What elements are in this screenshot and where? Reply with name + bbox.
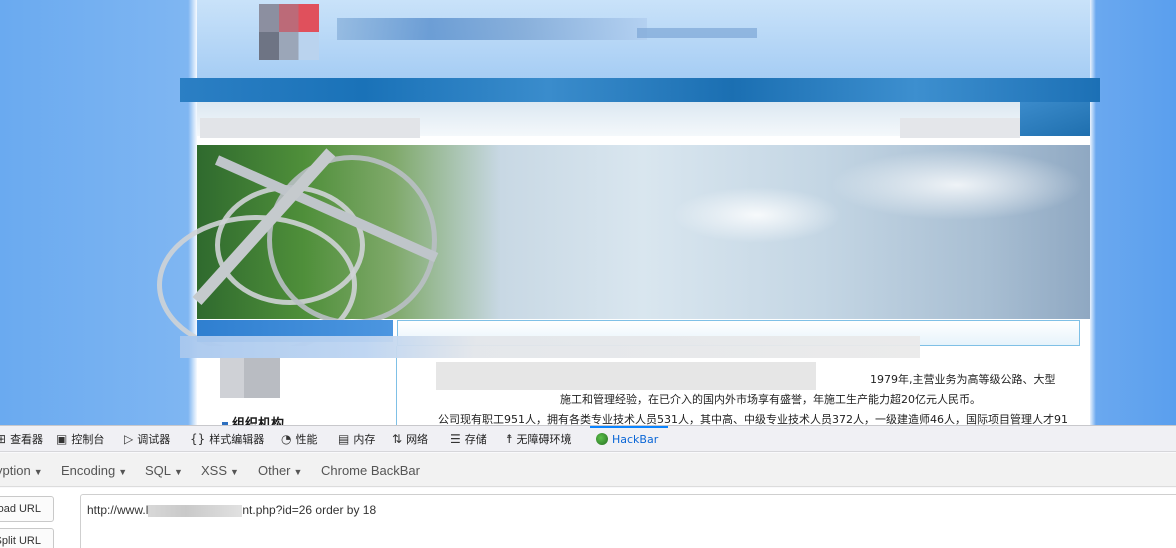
tab-network[interactable]: ⇅ 网络: [392, 430, 428, 448]
sub-bar-redacted-right: [900, 118, 1020, 138]
storage-icon: ☰: [450, 432, 461, 446]
menu-sql[interactable]: SQL ▼: [145, 463, 183, 478]
caret-down-icon: ▼: [174, 466, 183, 477]
site-nav-bar[interactable]: [180, 78, 1100, 102]
site-logo: [259, 4, 319, 60]
company-intro-line-2: 施工和管理经验，在已介入的国内外市场享有盛誉，年施工生产能力超20亿元人民币。: [560, 393, 981, 406]
caret-down-icon: ▼: [230, 466, 239, 477]
network-icon: ⇅: [392, 432, 403, 446]
tab-memory[interactable]: ▤ 内存: [338, 430, 375, 448]
hackbar-body: oad URL Split URL http://www.lnt.php?id=…: [0, 488, 1176, 548]
split-url-button[interactable]: Split URL: [0, 528, 54, 548]
browser-viewport: 组织机构 1979年,主营业务为高等级公路、大型 施工和管理经验，在已介入的国内…: [0, 0, 1176, 425]
site-subtitle-redacted: [637, 28, 757, 38]
performance-icon: ◔: [281, 432, 292, 446]
accessibility-icon: ☨: [506, 432, 513, 446]
redacted-strip: [180, 336, 920, 358]
console-icon: ▣: [56, 432, 68, 446]
style-editor-icon: {}: [190, 432, 206, 446]
devtools-tab-bar: ⊞ 查看器 ▣ 控制台 ▷ 调试器 {} 样式编辑器 ◔ 性能 ▤ 内存 ⇅ 网络 ☰ 存储 ☨…: [0, 426, 1176, 452]
sub-bar-redacted-left: [200, 118, 420, 138]
load-url-button[interactable]: oad URL: [0, 496, 54, 522]
tab-console[interactable]: ▣ 控制台: [56, 430, 104, 448]
caret-down-icon: ▼: [293, 466, 303, 477]
company-intro-line-3: 公司现有职工951人，拥有各类专业技术人员531人，其中高、中级专业技术人员37…: [438, 413, 1068, 425]
menu-encoding[interactable]: Encoding ▼: [61, 463, 127, 478]
url-redaction: [148, 504, 243, 517]
site-header: [197, 0, 1090, 78]
url-input[interactable]: http://www.l nt.php?id=26 order by 18: [80, 494, 1176, 548]
org-structure-heading[interactable]: 组织机构: [222, 413, 284, 425]
caret-down-icon: ▼: [118, 466, 128, 477]
hackbar-menu-bar: yption▼ Encoding▼ SQL▼ XSS▼ Other▼ Chrom…: [0, 453, 1176, 487]
url-text: http://www.l nt.php?id=26 order by 18: [87, 503, 377, 517]
menu-encryption[interactable]: yption▼: [0, 463, 43, 478]
menu-other[interactable]: Other ▼: [258, 463, 302, 478]
inspector-icon: ⊞: [0, 432, 7, 446]
left-panel-redacted: [220, 358, 280, 398]
tab-performance[interactable]: ◔ 性能: [281, 430, 317, 448]
memory-icon: ▤: [338, 432, 350, 446]
hackbar-icon: [596, 433, 608, 445]
site-title-redacted: [337, 18, 647, 40]
sub-bar-accent: [1020, 102, 1090, 136]
menu-chrome-backbar[interactable]: Chrome BackBar: [321, 463, 420, 478]
debugger-icon: ▷: [124, 432, 134, 446]
tab-debugger[interactable]: ▷ 调试器: [124, 430, 170, 448]
tab-storage[interactable]: ☰ 存储: [450, 430, 487, 448]
menu-xss[interactable]: XSS ▼: [201, 463, 239, 478]
tab-inspector[interactable]: ⊞ 查看器: [0, 430, 43, 448]
paragraph-redacted: [436, 362, 816, 390]
company-intro-line-1: 1979年,主营业务为高等级公路、大型: [870, 373, 1056, 386]
tab-accessibility[interactable]: ☨ 无障碍环境: [506, 430, 572, 448]
devtools-panel: ⊞ 查看器 ▣ 控制台 ▷ 调试器 {} 样式编辑器 ◔ 性能 ▤ 内存 ⇅ 网络 ☰ 存储 ☨…: [0, 425, 1176, 548]
caret-down-icon: ▼: [33, 466, 43, 477]
tab-hackbar[interactable]: HackBar: [589, 426, 669, 448]
site-banner-image: [157, 145, 1090, 355]
tab-style-editor[interactable]: {} 样式编辑器: [190, 430, 264, 448]
